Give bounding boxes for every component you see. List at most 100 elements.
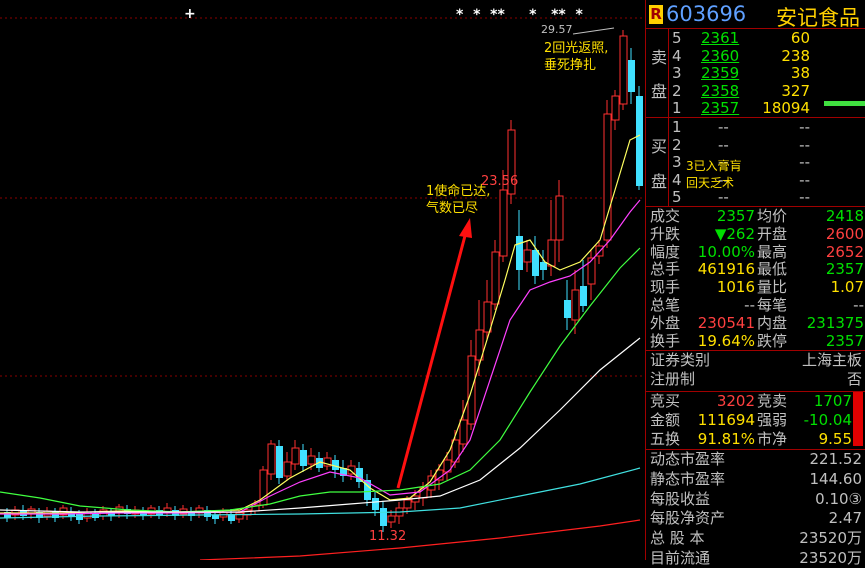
order-level: 2 [672, 135, 682, 154]
candle-body[interactable] [532, 250, 539, 276]
order-volume: 18094 [762, 99, 810, 118]
scroll-button-1[interactable] [853, 392, 863, 410]
candle-body[interactable] [387, 515, 396, 523]
quote-value-left: 19.64% [697, 331, 755, 350]
kline-chart-canvas[interactable] [0, 0, 645, 561]
candle-body[interactable] [372, 498, 379, 510]
fundamental-label: 动态市盈率 [650, 450, 726, 468]
order-volume: 38 [790, 64, 810, 83]
scroll-button-3[interactable] [853, 428, 863, 446]
auction-value-right: -10.04 [803, 411, 852, 429]
quote-label-left: 外盘 [650, 313, 681, 332]
fundamental-row: 每股收益 0.10③ [646, 490, 865, 509]
category-row: 证券类别 上海主板 [646, 351, 865, 370]
buy-note-line-1: 3已入膏肓 [686, 159, 742, 173]
fundamental-row: 目前流通 23520万 [646, 549, 865, 568]
candle-body[interactable] [283, 461, 292, 477]
candle-body[interactable] [356, 468, 363, 482]
candle-body[interactable] [628, 60, 635, 92]
candle-body[interactable] [291, 447, 300, 465]
quote-label-right: 最低 [757, 260, 788, 279]
scroll-button-2[interactable] [853, 410, 863, 428]
candle-body[interactable] [459, 419, 468, 445]
candle-body[interactable] [516, 236, 523, 270]
quote-value-left: 230541 [697, 313, 755, 332]
candle-body[interactable] [619, 35, 628, 105]
candle-body[interactable] [235, 512, 244, 520]
kline-chart[interactable]: + * * ** * ** * 29.57 23.56 11.32 1使命已达,… [0, 0, 645, 561]
candle-body[interactable] [267, 443, 276, 475]
fundamental-row: 动态市盈率 221.52 [646, 450, 865, 469]
buy-order-row[interactable]: 4 -- -- [646, 171, 865, 189]
quote-label-right: 量比 [757, 278, 788, 297]
candle-body[interactable] [491, 251, 500, 305]
peak-leader-line [572, 27, 615, 35]
candle-body[interactable] [636, 96, 643, 186]
quote-value-right: -- [853, 296, 864, 314]
buy-note-line-2: 回天乏术 [686, 176, 735, 190]
quote-label-right: 跌停 [757, 331, 788, 350]
candle-body[interactable] [300, 450, 307, 466]
fundamental-row: 每股净资产 2.47 [646, 509, 865, 528]
sell-order-row[interactable]: 2 2358 327 [646, 82, 865, 100]
fundamental-label: 每股净资产 [650, 509, 726, 528]
candle-body[interactable] [523, 249, 532, 263]
order-level: 4 [672, 170, 682, 189]
candle-body[interactable] [564, 300, 571, 318]
quote-value-left: -- [744, 296, 755, 314]
buy-order-row[interactable]: 5 -- -- [646, 188, 865, 206]
note-2-line-1: 2回光返照, [544, 41, 609, 56]
quote-label-left: 成交 [650, 207, 681, 225]
ma20-line [0, 247, 641, 513]
quote-label-right: 开盘 [757, 224, 788, 243]
candle-body[interactable] [499, 189, 508, 257]
sell-order-row[interactable]: 4 2360 238 [646, 47, 865, 65]
candle-body[interactable] [580, 286, 587, 306]
candle-body[interactable] [403, 499, 412, 509]
fundamental-label: 目前流通 [650, 549, 711, 567]
quote-row: 升跌 ▼262 开盘 2600 [646, 225, 865, 244]
top-plus-marker: + [184, 6, 196, 22]
auction-label-right: 市净 [757, 430, 788, 448]
candle-body[interactable] [83, 511, 92, 519]
buy-order-row[interactable]: 3 -- -- [646, 153, 865, 171]
quote-label-right: 内盘 [757, 313, 788, 332]
candle-body[interactable] [212, 515, 219, 519]
candle-body[interactable] [540, 262, 547, 270]
auction-row: 金额 111694 强弱 -10.04 [646, 411, 865, 430]
sell-order-row[interactable]: 3 2359 38 [646, 64, 865, 82]
candle-body[interactable] [555, 195, 564, 241]
quote-label-right: 最高 [757, 242, 788, 261]
moving-average-lines [0, 134, 641, 561]
order-level: 4 [672, 46, 682, 65]
quote-label-right: 均价 [757, 207, 788, 225]
candle-body[interactable] [611, 95, 620, 121]
candle-body[interactable] [276, 446, 283, 478]
r-badge[interactable]: R [649, 5, 663, 24]
order-price: 2361 [701, 29, 740, 47]
category-value: 上海主板 [801, 351, 862, 369]
quote-row: 总笔 -- 每笔 -- [646, 296, 865, 315]
auction-label-left: 金额 [650, 411, 681, 429]
candle-body[interactable] [547, 239, 556, 267]
candle-body[interactable] [380, 508, 387, 526]
buy-order-row[interactable]: 1 -- -- [646, 118, 865, 136]
order-level: 1 [672, 99, 682, 118]
candle-body[interactable] [307, 455, 316, 465]
quote-value-right: 2652 [825, 242, 864, 261]
candle-body[interactable] [587, 257, 596, 285]
order-price: -- [718, 118, 729, 136]
auction-label-right: 强弱 [757, 411, 788, 429]
auction-label-left: 竞买 [650, 392, 681, 410]
quote-panel: R 603696 安记食品 卖 盘 5 2361 60 4 2360 238 3 2359 38… [645, 0, 865, 567]
order-volume: -- [799, 135, 810, 154]
quote-row: 成交 2357 均价 2418 [646, 207, 865, 226]
auction-value-right: 9.55 [818, 430, 852, 448]
candle-body[interactable] [571, 289, 580, 321]
fundamental-value: 2.47 [828, 509, 862, 528]
sell-order-row[interactable]: 5 2361 60 [646, 29, 865, 47]
quote-value-left: 10.00% [697, 242, 755, 261]
buy-order-row[interactable]: 2 -- -- [646, 136, 865, 154]
ma5-line [0, 134, 641, 514]
candle-body[interactable] [483, 301, 492, 333]
